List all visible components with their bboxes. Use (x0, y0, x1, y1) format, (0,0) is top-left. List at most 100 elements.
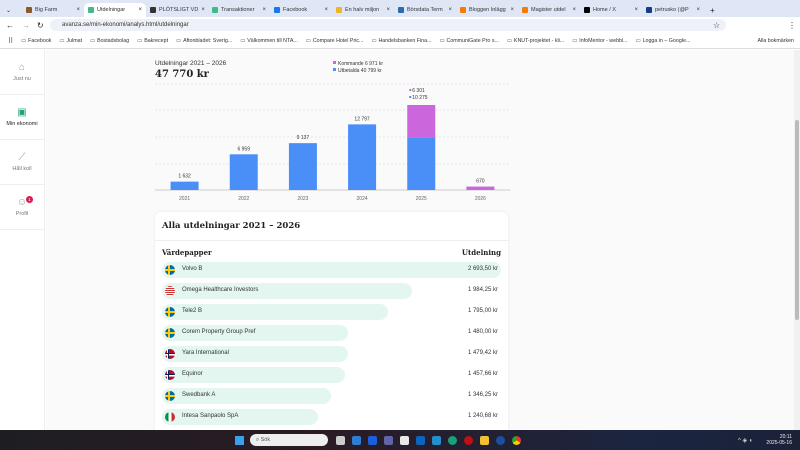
bar-utbetalda-2022[interactable] (229, 154, 258, 190)
close-tab-icon[interactable]: × (76, 7, 80, 13)
task-view-icon[interactable] (336, 435, 345, 445)
reload-icon[interactable]: ↻ (37, 21, 44, 30)
outlook-icon[interactable] (416, 435, 425, 445)
scrollbar-thumb[interactable] (795, 120, 799, 320)
scrollbar[interactable] (794, 50, 800, 430)
table-row[interactable]: Swedbank A 1 346,25 kr (162, 388, 501, 404)
start-icon[interactable] (235, 435, 244, 445)
security-name[interactable]: Tele2 B (182, 308, 202, 314)
browser-tab[interactable]: Magister utdel × (518, 3, 580, 17)
bookmark-item[interactable]: ▭ Julmat (59, 38, 82, 44)
table-row[interactable]: Equinor 1 457,66 kr (162, 367, 501, 383)
back-icon[interactable]: ← (6, 21, 14, 30)
edge-icon[interactable] (448, 435, 457, 445)
tray-icons[interactable]: ^ ◈ ◖ (738, 437, 752, 444)
forward-icon[interactable]: → (22, 21, 30, 30)
close-tab-icon[interactable]: × (138, 7, 142, 13)
bar-utbetalda-2023[interactable] (288, 143, 317, 190)
browser-tab[interactable]: Facebook × (270, 3, 332, 17)
bookmark-item[interactable]: ▭ Bakrecept (137, 38, 168, 44)
bar-kommande-2025[interactable] (407, 105, 436, 138)
tab-search-icon[interactable]: ⌄ (6, 7, 18, 14)
table-row[interactable]: Yara International 1 479,42 kr (162, 346, 501, 362)
close-tab-icon[interactable]: × (201, 7, 205, 13)
app-icon[interactable] (432, 435, 441, 445)
browser-tab[interactable]: PLÖTSLIGT VD × (146, 3, 208, 17)
flag-no-icon (165, 349, 175, 359)
sidebar-item-profil[interactable]: ☺ Profil 1 (0, 185, 44, 230)
clock[interactable]: 20:11 2025-05-16 (766, 434, 792, 446)
browser-tab[interactable]: Home / X × (580, 3, 642, 17)
chart-total: 47 770 kr (155, 69, 210, 80)
url-input[interactable]: avanza.se/min-ekonomi/analys.html/utdeln… (50, 19, 726, 31)
teams-icon[interactable] (384, 435, 393, 445)
bookmark-item[interactable]: ▭ KNUT-projektet - kli... (507, 38, 564, 44)
sidebar-item-håll-koll[interactable]: ⟋ Håll koll (0, 140, 44, 185)
bar-utbetalda-2021[interactable] (170, 181, 199, 190)
bookmark-icon: ▭ (21, 37, 27, 44)
browser-tab[interactable]: En halv miljon × (332, 3, 394, 17)
browser-tab[interactable]: Transaktioner × (208, 3, 270, 17)
file-explorer-icon[interactable] (480, 435, 489, 445)
bookmark-item[interactable]: ▭ Logga in – Google... (636, 38, 691, 44)
dropbox-icon[interactable] (368, 435, 377, 445)
close-tab-icon[interactable]: × (510, 7, 514, 13)
taskbar-search[interactable]: ⌕ Sök (250, 434, 328, 446)
bookmark-icon: ▭ (59, 37, 65, 44)
table-row[interactable]: Corem Property Group Pref 1 480,00 kr (162, 325, 501, 341)
bookmark-item[interactable]: ▭ Handelsbanken Fina... (371, 38, 431, 44)
bookmark-item[interactable]: ▭ Aftonbladet: Sverig... (176, 38, 232, 44)
security-name[interactable]: Equinor (182, 371, 203, 377)
stack-label-utbetalda: 10 275 (412, 95, 428, 101)
close-tab-icon[interactable]: × (572, 7, 576, 13)
bookmark-item[interactable]: ▭ Compare Hotel Pric... (306, 38, 364, 44)
app-icon[interactable] (464, 435, 473, 445)
security-name[interactable]: Intesa Sanpaolo SpA (182, 413, 238, 419)
browser-tab[interactable]: Börsdata Term × (394, 3, 456, 17)
close-tab-icon[interactable]: × (324, 7, 328, 13)
bookmark-item[interactable]: ▭ Välkommen till NTA... (240, 38, 298, 44)
all-bookmarks[interactable]: Alla bokmärken (757, 38, 794, 44)
security-name[interactable]: Corem Property Group Pref (182, 329, 255, 335)
table-row[interactable]: Volvo B 2 693,50 kr (162, 262, 501, 278)
browser-tab[interactable]: Big Farm × (22, 3, 84, 17)
store-icon[interactable] (400, 435, 409, 445)
security-name[interactable]: Omega Healthcare Investors (182, 287, 258, 293)
browser-tab[interactable]: Bloggen Inlägg × (456, 3, 518, 17)
sidebar-item-just-nu[interactable]: ⌂ Just nu (0, 50, 44, 95)
browser-tab[interactable]: petrusko (@P × (642, 3, 704, 17)
bar-utbetalda-2024[interactable] (348, 124, 377, 190)
stack-dot (409, 89, 412, 91)
table-row[interactable]: Tele2 B 1 795,00 kr (162, 304, 501, 320)
legend-swatch (333, 68, 336, 71)
column-header-dividend[interactable]: Utdelning (462, 248, 501, 257)
app-icon[interactable] (496, 435, 505, 445)
bar-utbetalda-2025[interactable] (407, 137, 436, 190)
bookmark-item[interactable]: ▭ InfoMentor - webbl... (572, 38, 627, 44)
close-tab-icon[interactable]: × (634, 7, 638, 13)
chrome-icon[interactable] (512, 435, 521, 445)
stack-dot (409, 96, 412, 98)
new-tab-icon[interactable]: + (710, 6, 715, 15)
security-name[interactable]: Yara International (182, 350, 229, 356)
security-name[interactable]: Volvo B (182, 266, 202, 272)
app-icon[interactable] (352, 435, 361, 445)
table-row[interactable]: Intesa Sanpaolo SpA 1 240,68 kr (162, 409, 501, 425)
star-icon[interactable]: ☆ (713, 21, 720, 30)
bookmark-item[interactable]: ▭ Bostadsbolag (90, 38, 129, 44)
close-tab-icon[interactable]: × (262, 7, 266, 13)
browser-tab[interactable]: Utdelningar × (84, 3, 146, 17)
table-row[interactable]: Omega Healthcare Investors 1 984,25 kr (162, 283, 501, 299)
close-tab-icon[interactable]: × (448, 7, 452, 13)
security-name[interactable]: Swedbank A (182, 392, 215, 398)
sidebar-item-min-ekonomi[interactable]: ▣ Min ekonomi (0, 95, 44, 140)
apps-icon[interactable]: ⠿ (8, 37, 13, 45)
close-tab-icon[interactable]: × (696, 7, 700, 13)
column-header-security[interactable]: Värdepapper (162, 248, 212, 257)
bookmark-item[interactable]: ▭ CommuniGate Pro s... (439, 38, 498, 44)
bar-kommande-2026[interactable] (466, 186, 495, 190)
briefcase-icon: ▣ (17, 107, 27, 118)
close-tab-icon[interactable]: × (386, 7, 390, 13)
menu-icon[interactable]: ⋮ (788, 21, 796, 30)
bookmark-item[interactable]: ▭ Facebook (21, 38, 51, 44)
